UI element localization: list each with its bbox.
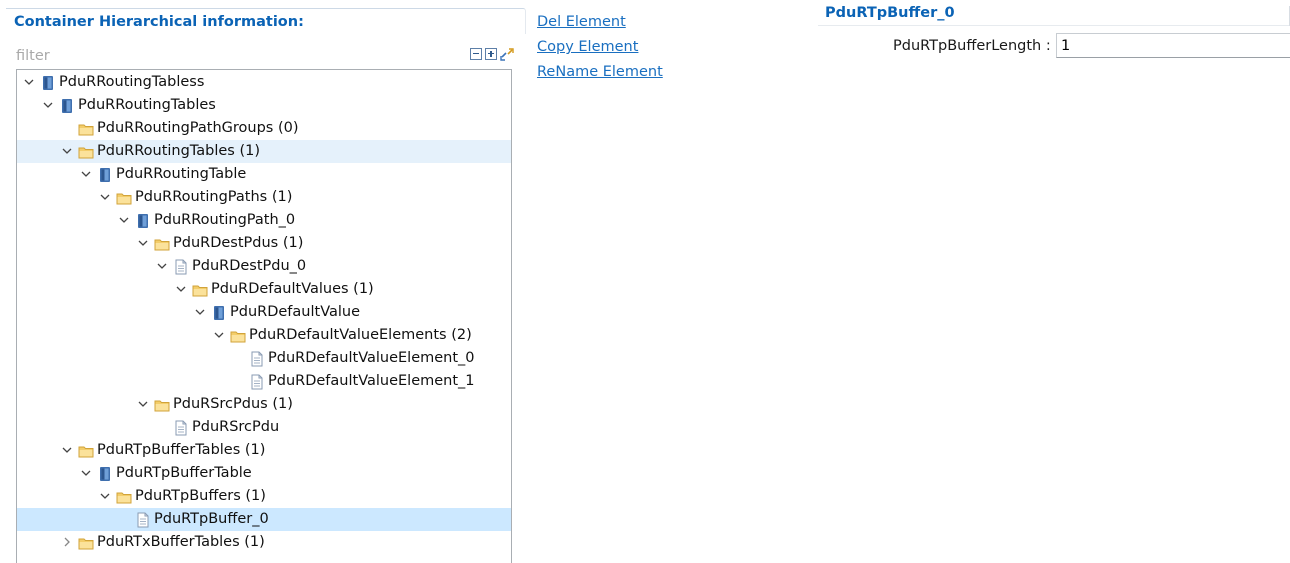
chevron-down-icon[interactable]	[61, 140, 73, 163]
tree-node-label: PduRDefaultValueElement_0	[268, 350, 475, 366]
chevron-down-icon[interactable]	[80, 163, 92, 186]
chevron-down-icon[interactable]	[156, 255, 168, 278]
tree-node-label: PduRSrcPdu	[192, 419, 280, 435]
tree-node[interactable]: PduRSrcPdu	[17, 416, 511, 439]
folder-icon	[192, 282, 208, 298]
tree-node[interactable]: PduRDefaultValueElements (2)	[17, 324, 511, 347]
chevron-down-icon[interactable]	[137, 232, 149, 255]
module-icon	[97, 466, 113, 482]
chevron-down-icon[interactable]	[80, 462, 92, 485]
tree-node[interactable]: PduRRoutingTabless	[17, 71, 511, 94]
document-icon	[249, 374, 265, 390]
chevron-down-icon[interactable]	[137, 393, 149, 416]
folder-icon	[78, 121, 94, 137]
tree-node-label: PduRRoutingTabless	[59, 74, 205, 90]
tree-node[interactable]: PduRTpBuffer_0	[17, 508, 511, 531]
chevron-down-icon[interactable]	[99, 485, 111, 508]
tree-node-label: PduRRoutingTables (1)	[97, 143, 261, 159]
tree-node-label: PduRDestPdu_0	[192, 258, 307, 274]
tree-node[interactable]: PduRDefaultValueElement_1	[17, 370, 511, 393]
tree-node-label: PduRTpBuffer_0	[154, 511, 269, 527]
tree-toolbar	[470, 48, 514, 61]
filter-row	[16, 46, 520, 66]
container-hierarchy-panel: Container Hierarchical information: PduR…	[6, 8, 528, 563]
chevron-down-icon[interactable]	[194, 301, 206, 324]
buffer-length-label: PduRTpBufferLength :	[893, 38, 1051, 54]
detail-title: PduRTpBuffer_0	[818, 0, 1290, 26]
tree-node-label: PduRTpBufferTables (1)	[97, 442, 266, 458]
folder-icon	[116, 190, 132, 206]
document-icon	[135, 512, 151, 528]
document-icon	[173, 420, 189, 436]
tree-node-label: PduRRoutingPaths (1)	[135, 189, 293, 205]
link-with-editor-icon[interactable]	[500, 48, 514, 61]
folder-icon	[116, 489, 132, 505]
buffer-length-input[interactable]	[1056, 33, 1290, 58]
document-icon	[249, 351, 265, 367]
module-icon	[211, 305, 227, 321]
folder-icon	[230, 328, 246, 344]
tree-node[interactable]: PduRRoutingTables (1)	[17, 140, 511, 163]
copy-element-link[interactable]: Copy Element	[537, 35, 663, 60]
tree-node[interactable]: PduRTpBufferTables (1)	[17, 439, 511, 462]
module-icon	[59, 98, 75, 114]
filter-input[interactable]	[16, 46, 436, 66]
tree-node[interactable]: PduRDestPdus (1)	[17, 232, 511, 255]
element-actions: Del Element Copy Element ReName Element	[537, 10, 663, 85]
folder-icon	[78, 443, 94, 459]
chevron-right-icon[interactable]	[61, 531, 73, 554]
tree-node-label: PduRTxBufferTables (1)	[97, 534, 265, 550]
tree-node[interactable]: PduRDefaultValues (1)	[17, 278, 511, 301]
container-tree[interactable]: PduRRoutingTabless PduRRoutingTables PduRR…	[16, 69, 512, 563]
tree-node-label: PduRDefaultValues (1)	[211, 281, 374, 297]
tree-node-label: PduRTpBufferTable	[116, 465, 252, 481]
tree-node-label: PduRRoutingPathGroups (0)	[97, 120, 299, 136]
tree-node[interactable]: PduRRoutingTable	[17, 163, 511, 186]
tree-node-label: PduRDestPdus (1)	[173, 235, 304, 251]
module-icon	[40, 75, 56, 91]
chevron-down-icon[interactable]	[42, 94, 54, 117]
tree-node-label: PduRDefaultValueElements (2)	[249, 327, 472, 343]
chevron-down-icon[interactable]	[118, 209, 130, 232]
del-element-link[interactable]: Del Element	[537, 10, 663, 35]
tree-node[interactable]: PduRTpBufferTable	[17, 462, 511, 485]
tree-node[interactable]: PduRDefaultValue	[17, 301, 511, 324]
tree-node[interactable]: PduRTpBuffers (1)	[17, 485, 511, 508]
tree-node-label: PduRTpBuffers (1)	[135, 488, 266, 504]
tree-node[interactable]: PduRRoutingPath_0	[17, 209, 511, 232]
folder-icon	[78, 535, 94, 551]
panel-title: Container Hierarchical information:	[6, 8, 526, 34]
module-icon	[97, 167, 113, 183]
tree-node-label: PduRSrcPdus (1)	[173, 396, 293, 412]
tree-node-label: PduRRoutingTable	[116, 166, 247, 182]
tree-node[interactable]: PduRRoutingPathGroups (0)	[17, 117, 511, 140]
tree-node[interactable]: PduRSrcPdus (1)	[17, 393, 511, 416]
document-icon	[173, 259, 189, 275]
tree-node-label: PduRRoutingPath_0	[154, 212, 296, 228]
tree-node[interactable]: PduRDefaultValueElement_0	[17, 347, 511, 370]
tree-node-label: PduRRoutingTables	[78, 97, 216, 113]
tree-node[interactable]: PduRDestPdu_0	[17, 255, 511, 278]
folder-icon	[154, 236, 170, 252]
chevron-down-icon[interactable]	[175, 278, 187, 301]
chevron-down-icon[interactable]	[23, 71, 35, 94]
tree-node-label: PduRDefaultValueElement_1	[268, 373, 475, 389]
module-icon	[135, 213, 151, 229]
chevron-down-icon[interactable]	[99, 186, 111, 209]
collapse-all-icon[interactable]	[470, 48, 482, 60]
chevron-down-icon[interactable]	[213, 324, 225, 347]
expand-all-icon[interactable]	[485, 48, 497, 60]
tree-node-label: PduRDefaultValue	[230, 304, 361, 320]
tree-node[interactable]: PduRRoutingPaths (1)	[17, 186, 511, 209]
tree-node[interactable]: PduRRoutingTables	[17, 94, 511, 117]
folder-icon	[154, 397, 170, 413]
tree-node[interactable]: PduRTxBufferTables (1)	[17, 531, 511, 554]
chevron-down-icon[interactable]	[61, 439, 73, 462]
folder-icon	[78, 144, 94, 160]
rename-element-link[interactable]: ReName Element	[537, 60, 663, 85]
